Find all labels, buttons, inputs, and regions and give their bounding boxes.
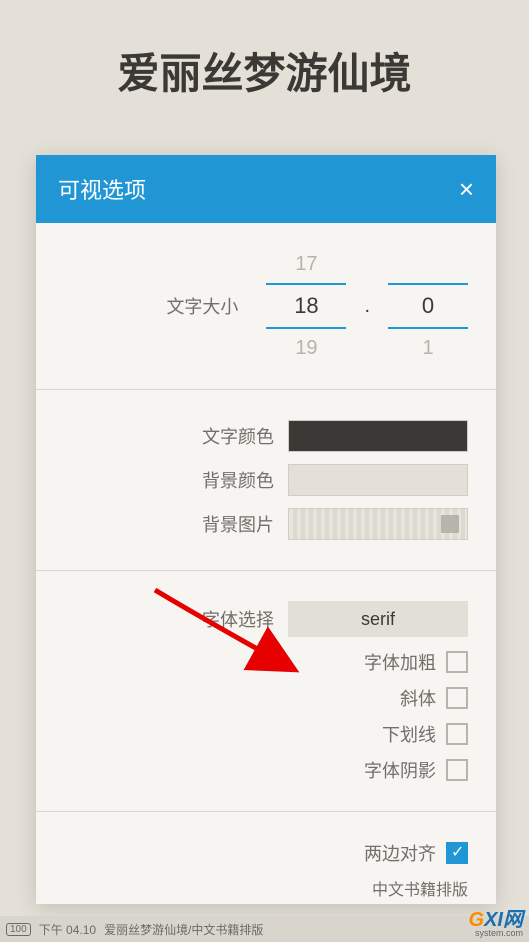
status-bar: 100 下午 04.10 爱丽丝梦游仙境/中文书籍排版 [0,916,529,942]
font-size-label: 文字大小 [166,293,238,319]
underline-label: 下划线 [382,721,436,747]
status-time: 下午 04.10 [39,921,96,938]
shadow-checkbox[interactable] [446,759,468,781]
italic-checkbox[interactable] [446,687,468,709]
wheel-dec-prev [388,245,468,283]
bg-image-label: 背景图片 [202,511,274,537]
wheel-int-prev: 17 [266,245,346,283]
status-breadcrumb: 爱丽丝梦游仙境/中文书籍排版 [104,921,263,938]
bold-checkbox[interactable] [446,651,468,673]
wheel-int-next: 19 [266,329,346,367]
wheel-int-selected[interactable]: 18 [266,283,346,329]
justify-checkbox[interactable] [446,842,468,864]
font-select-button[interactable]: serif [288,601,468,637]
watermark: GXI网 system.com [469,903,523,938]
wheel-dec-next: 1 [388,329,468,367]
wheel-dot: . [364,295,370,318]
visual-options-dialog: 可视选项 × 文字大小 17 18 19 . 0 1 文字颜色 [36,155,496,904]
bold-label: 字体加粗 [364,649,436,675]
cjk-layout-label: 中文书籍排版 [56,876,468,900]
dialog-header: 可视选项 × [36,155,496,223]
font-size-section: 文字大小 17 18 19 . 0 1 [36,223,496,390]
font-section: 字体选择 serif 字体加粗 斜体 下划线 字体阴影 [36,571,496,812]
close-icon[interactable]: × [459,176,474,202]
wheel-dec-selected[interactable]: 0 [388,283,468,329]
dialog-title: 可视选项 [58,173,146,205]
colors-section: 文字颜色 背景颜色 背景图片 [36,390,496,571]
justify-label: 两边对齐 [364,840,436,866]
italic-label: 斜体 [400,685,436,711]
battery-icon: 100 [6,923,31,936]
text-color-label: 文字颜色 [202,423,274,449]
bg-color-label: 背景颜色 [202,467,274,493]
bg-image-swatch[interactable] [288,508,468,540]
font-size-picker[interactable]: 17 18 19 . 0 1 [266,245,468,367]
page-title: 爱丽丝梦游仙境 [0,0,529,131]
alignment-section: 两边对齐 中文书籍排版 [36,812,496,904]
shadow-label: 字体阴影 [364,757,436,783]
text-color-swatch[interactable] [288,420,468,452]
bg-color-swatch[interactable] [288,464,468,496]
underline-checkbox[interactable] [446,723,468,745]
font-select-label: 字体选择 [202,606,274,632]
